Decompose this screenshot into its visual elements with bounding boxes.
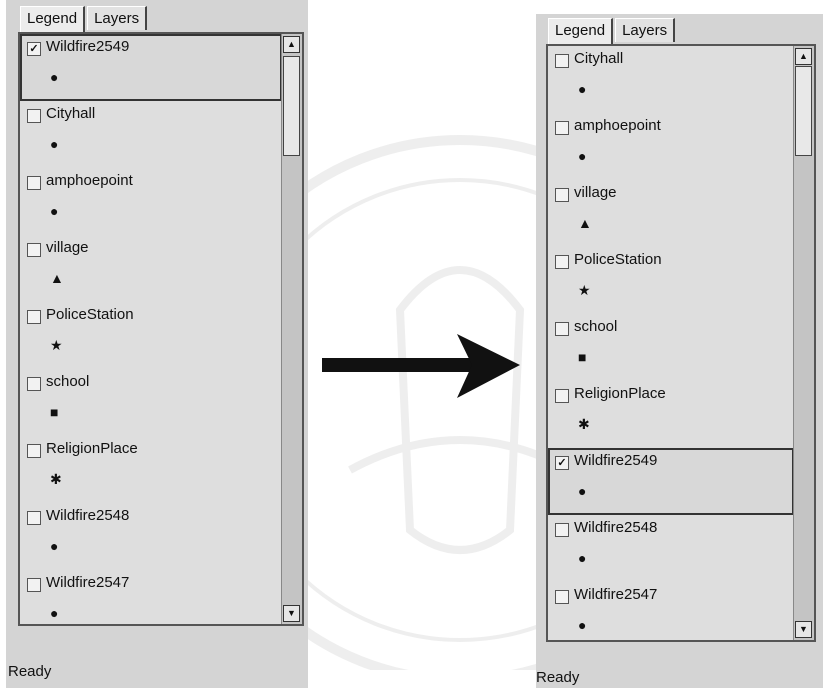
legend-list: ✓ Wildfire2549 ● Cityhall ● amphoepoint ● villa… <box>18 32 304 626</box>
layer-visibility-checkbox[interactable]: ✓ <box>27 42 41 56</box>
layer-name: village <box>574 184 617 201</box>
scroll-up-button[interactable]: ▲ <box>283 36 300 53</box>
legend-item[interactable]: PoliceStation ★ <box>548 247 794 314</box>
layer-name: Wildfire2549 <box>574 452 658 469</box>
layer-visibility-checkbox[interactable] <box>555 255 569 269</box>
layer-visibility-checkbox[interactable] <box>27 444 41 458</box>
layer-name: Cityhall <box>46 105 96 122</box>
legend-item[interactable]: Wildfire2547 ● <box>20 570 282 637</box>
legend-item[interactable]: Wildfire2548 ● <box>548 515 794 582</box>
layer-name: PoliceStation <box>46 306 134 323</box>
layer-visibility-checkbox[interactable] <box>555 523 569 537</box>
layer-visibility-checkbox[interactable] <box>27 176 41 190</box>
layer-name: amphoepoint <box>574 117 661 134</box>
layer-name: amphoepoint <box>46 172 133 189</box>
legend-item[interactable]: village ▲ <box>548 180 794 247</box>
layer-symbol-icon: ■ <box>578 349 587 365</box>
layer-visibility-checkbox[interactable] <box>27 578 41 592</box>
scroll-thumb[interactable] <box>283 56 300 156</box>
layer-name: Wildfire2549 <box>46 38 130 55</box>
layer-name: village <box>46 239 89 256</box>
layer-symbol-icon: ✱ <box>578 416 590 432</box>
legend-list: Cityhall ● amphoepoint ● village ▲ PoliceStati… <box>546 44 816 642</box>
layer-symbol-icon: ● <box>578 550 587 566</box>
legend-item[interactable]: ✓ Wildfire2549 ● <box>20 34 282 101</box>
vertical-scrollbar[interactable]: ▲ ▼ <box>281 34 302 624</box>
layer-name: PoliceStation <box>574 251 662 268</box>
layer-visibility-checkbox[interactable] <box>27 377 41 391</box>
tab-legend[interactable]: Legend <box>548 18 614 44</box>
status-text: Ready <box>8 663 52 680</box>
legend-item[interactable]: ✓ Wildfire2549 ● <box>548 448 794 515</box>
legend-item[interactable]: Cityhall ● <box>20 101 282 168</box>
layer-symbol-icon: ▲ <box>578 215 592 231</box>
legend-item[interactable]: school ■ <box>20 369 282 436</box>
layer-name: school <box>46 373 90 390</box>
layer-symbol-icon: ● <box>50 605 59 621</box>
scroll-down-button[interactable]: ▼ <box>283 605 300 622</box>
legend-item[interactable]: school ■ <box>548 314 794 381</box>
scroll-down-button[interactable]: ▼ <box>795 621 812 638</box>
layer-visibility-checkbox[interactable] <box>27 109 41 123</box>
legend-items: ✓ Wildfire2549 ● Cityhall ● amphoepoint ● villa… <box>20 34 282 624</box>
legend-item[interactable]: ReligionPlace ✱ <box>548 381 794 448</box>
legend-item[interactable]: Wildfire2547 ● <box>548 582 794 649</box>
layer-symbol-icon: ● <box>50 136 59 152</box>
legend-item[interactable]: amphoepoint ● <box>548 113 794 180</box>
layer-symbol-icon: ● <box>50 203 59 219</box>
legend-item[interactable]: PoliceStation ★ <box>20 302 282 369</box>
legend-items: Cityhall ● amphoepoint ● village ▲ PoliceStati… <box>548 46 794 640</box>
layer-visibility-checkbox[interactable] <box>27 310 41 324</box>
layer-symbol-icon: ✱ <box>50 471 62 487</box>
layer-visibility-checkbox[interactable] <box>555 54 569 68</box>
legend-item[interactable]: amphoepoint ● <box>20 168 282 235</box>
layer-name: Wildfire2548 <box>574 519 658 536</box>
layer-name: school <box>574 318 618 335</box>
panel-tabs: Legend Layers <box>548 18 677 44</box>
scroll-up-button[interactable]: ▲ <box>795 48 812 65</box>
layer-name: ReligionPlace <box>46 440 138 457</box>
legend-item[interactable]: Cityhall ● <box>548 46 794 113</box>
layer-symbol-icon: ● <box>578 81 587 97</box>
legend-panel-before: Legend Layers ✓ Wildfire2549 ● Cityhall ● amp… <box>6 0 308 688</box>
layer-name: Wildfire2547 <box>574 586 658 603</box>
layer-symbol-icon: ● <box>50 538 59 554</box>
layer-visibility-checkbox[interactable] <box>555 188 569 202</box>
layer-visibility-checkbox[interactable] <box>555 590 569 604</box>
tab-layers[interactable]: Layers <box>87 6 148 30</box>
legend-item[interactable]: Wildfire2548 ● <box>20 503 282 570</box>
legend-item[interactable]: village ▲ <box>20 235 282 302</box>
layer-symbol-icon: ● <box>578 148 587 164</box>
layer-visibility-checkbox[interactable]: ✓ <box>555 456 569 470</box>
right-arrow-icon <box>322 334 520 398</box>
vertical-scrollbar[interactable]: ▲ ▼ <box>793 46 814 640</box>
layer-visibility-checkbox[interactable] <box>555 389 569 403</box>
layer-visibility-checkbox[interactable] <box>555 121 569 135</box>
layer-symbol-icon: ● <box>578 617 587 633</box>
layer-name: Wildfire2547 <box>46 574 130 591</box>
status-text: Ready <box>536 669 580 686</box>
layer-symbol-icon: ● <box>50 69 59 85</box>
legend-panel-after: Legend Layers Cityhall ● amphoepoint ● villa… <box>536 14 823 688</box>
scroll-thumb[interactable] <box>795 66 812 156</box>
layer-symbol-icon: ★ <box>578 282 591 298</box>
tab-layers[interactable]: Layers <box>615 18 676 42</box>
layer-name: Cityhall <box>574 50 624 67</box>
layer-symbol-icon: ● <box>578 483 587 499</box>
layer-visibility-checkbox[interactable] <box>555 322 569 336</box>
layer-visibility-checkbox[interactable] <box>27 243 41 257</box>
legend-item[interactable]: ReligionPlace ✱ <box>20 436 282 503</box>
layer-symbol-icon: ★ <box>50 337 63 353</box>
layer-name: Wildfire2548 <box>46 507 130 524</box>
layer-visibility-checkbox[interactable] <box>27 511 41 525</box>
layer-symbol-icon: ■ <box>50 404 59 420</box>
tab-legend[interactable]: Legend <box>20 6 86 32</box>
layer-name: ReligionPlace <box>574 385 666 402</box>
layer-symbol-icon: ▲ <box>50 270 64 286</box>
panel-tabs: Legend Layers <box>20 6 149 32</box>
